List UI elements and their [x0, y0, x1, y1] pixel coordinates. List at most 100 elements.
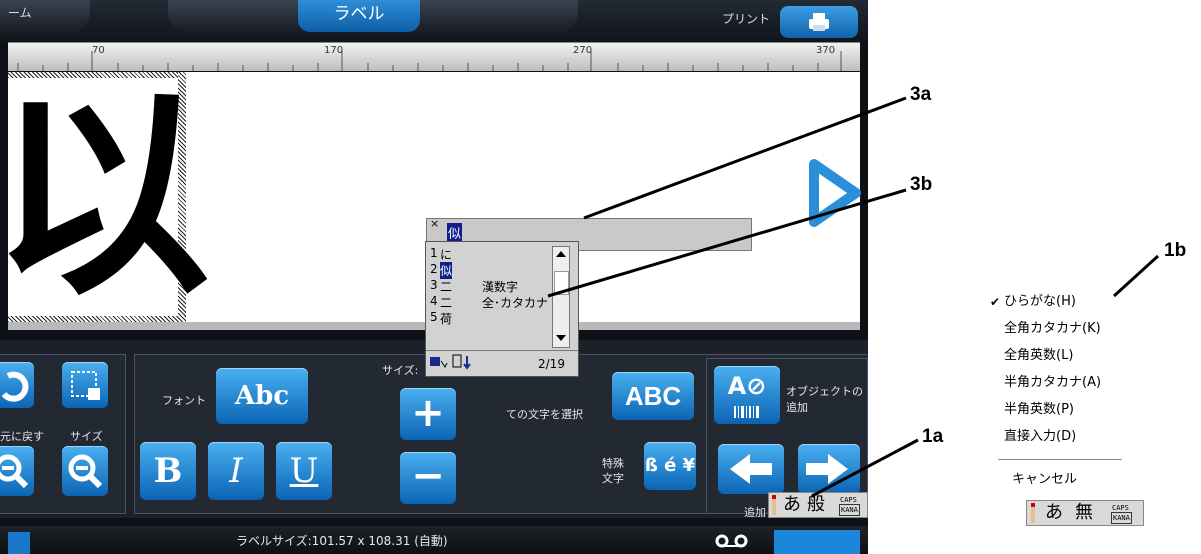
size-label: サイズ [70, 430, 103, 443]
menu-item[interactable]: ✔ ひらがな(H) [990, 290, 1124, 314]
label-text-glyph[interactable]: 以 [0, 78, 210, 318]
bold-button[interactable]: B [140, 442, 196, 500]
ruler-number: 170 [324, 45, 344, 56]
candidate-text: 荷 [440, 312, 453, 326]
menu-item-label: 半角英数(P) [1004, 402, 1074, 417]
kana-indicator: KANA [839, 504, 860, 516]
label-size-status: ラベルサイズ:101.57 x 108.31 (自動) [236, 534, 448, 548]
scroll-thumb[interactable] [554, 271, 569, 295]
italic-button[interactable]: I [208, 442, 264, 500]
left-arrow-icon [730, 454, 772, 484]
ime-input-mode[interactable]: 無 [1075, 501, 1093, 525]
home-tab-label: ーム [8, 6, 32, 20]
callout-3a: 3a [910, 84, 932, 105]
candidate-sort-icon[interactable] [452, 354, 474, 370]
menu-item[interactable]: 全角英数(L) [990, 344, 1124, 368]
select-all-button[interactable]: ABC [612, 372, 694, 420]
ruler-number: 370 [816, 45, 836, 56]
status-right-button[interactable] [774, 530, 860, 554]
add-object-button[interactable]: A⊘ [714, 366, 780, 424]
candidate-number: 3 [430, 278, 438, 292]
print-label: プリント [722, 12, 771, 26]
candidate-note: 漢数字 [482, 280, 519, 294]
ime-composition-text: 似 [447, 223, 463, 242]
ime-toolbar-small[interactable]: あ 般 CAPS KANA [768, 492, 868, 518]
candidate-divider [426, 350, 578, 351]
menu-item-label: ひらがな(H) [1004, 294, 1076, 309]
candidate-number: 2 [430, 262, 438, 276]
menu-item[interactable]: 全角カタカナ(K) [990, 317, 1124, 341]
ime-mode-hiragana[interactable]: あ [1045, 501, 1063, 525]
ime-candidate-window: 1 に 2 似 3 二漢数字 4 二全･カタカナ 5 荷 2/19 [425, 241, 579, 377]
add-object-button-text: A⊘ [727, 372, 767, 400]
callout-3b: 3b [910, 174, 933, 195]
ime-close-icon[interactable]: × [430, 217, 439, 230]
underline-button[interactable]: U [276, 442, 332, 500]
right-arrow-button[interactable] [798, 444, 860, 494]
ime-conversion-mode[interactable]: 般 [807, 493, 825, 517]
printer-icon [809, 13, 829, 31]
undo-label: 元に戻す [0, 430, 44, 443]
ruler-number: 270 [573, 45, 593, 56]
ime-toolbar[interactable]: あ 無 CAPS KANA [1026, 500, 1144, 526]
ime-mode-hiragana[interactable]: あ [783, 493, 801, 517]
menu-item-label: 直接入力(D) [1004, 429, 1077, 444]
top-bar: ーム ラベル プリント [0, 0, 868, 42]
next-page-arrow-icon[interactable] [806, 158, 862, 228]
ime-grip-icon[interactable] [772, 495, 776, 515]
candidate-text: 二 [440, 280, 453, 294]
status-bar: ラベルサイズ:101.57 x 108.31 (自動) [0, 526, 868, 554]
add-label: 追加 [744, 506, 766, 519]
left-arrow-button[interactable] [718, 444, 784, 494]
zoom-out-icon [68, 454, 103, 489]
menu-item[interactable]: 半角カタカナ(A) [990, 371, 1124, 395]
status-left-button[interactable] [8, 532, 30, 554]
check-icon: ✔ [990, 295, 1001, 309]
zoom-in-icon [0, 454, 29, 489]
menu-item-label: 全角カタカナ(K) [1004, 321, 1101, 336]
ruler-ticks [17, 51, 842, 71]
candidate-note: 全･カタカナ [482, 296, 549, 310]
ime-grip-icon[interactable] [1031, 503, 1035, 523]
menu-item[interactable]: 直接入力(D) [990, 425, 1124, 449]
select-all-label: ての文字を選択 [506, 408, 583, 421]
candidate-text: に [440, 248, 453, 262]
undo-icon [1, 371, 29, 402]
undo-button[interactable] [0, 362, 34, 408]
candidate-scrollbar[interactable] [552, 246, 570, 348]
special-char-label: 特殊 文字 [602, 457, 624, 485]
ruler-number: 70 [92, 45, 105, 56]
ime-menu-items: ✔ ひらがな(H) 全角カタカナ(K) 全角英数(L) 半角カタカナ(A) 半角英数(P)… [990, 286, 1124, 446]
label-tab[interactable]: ラベル [298, 0, 420, 32]
add-object-label: オブジェクトの追加 [786, 385, 863, 414]
callout-1b: 1b [1164, 240, 1187, 261]
menu-item[interactable]: 半角英数(P) [990, 398, 1124, 422]
zoom-in-button[interactable] [0, 446, 34, 496]
font-label: フォント [162, 394, 206, 407]
candidate-page-counter: 2/19 [538, 357, 565, 371]
barcode-icon [734, 406, 759, 418]
scroll-up-icon[interactable] [553, 247, 569, 261]
candidate-number: 5 [430, 310, 438, 324]
menu-item-label: 半角カタカナ(A) [1004, 375, 1102, 390]
candidate-number: 1 [430, 246, 438, 260]
candidate-view-icon[interactable] [429, 355, 449, 369]
tape-cassette-icon [715, 534, 748, 548]
menu-item-cancel[interactable]: キャンセル [990, 468, 1124, 492]
menu-item-label: 全角英数(L) [1004, 348, 1074, 363]
decrease-size-button[interactable]: − [400, 452, 456, 504]
zoom-out-button[interactable] [62, 446, 108, 496]
size-prefix-label: サイズ: [382, 364, 419, 377]
increase-size-button[interactable]: + [400, 388, 456, 440]
font-button[interactable]: Abc [216, 368, 308, 424]
special-char-button[interactable]: ß é ¥ [644, 442, 696, 490]
print-button[interactable] [780, 6, 858, 38]
callout-1a: 1a [922, 426, 944, 447]
menu-item-cancel-label: キャンセル [1012, 472, 1078, 487]
kana-indicator: KANA [1111, 512, 1132, 524]
ruler: 70 170 270 370 [8, 42, 860, 71]
scroll-down-icon[interactable] [553, 331, 569, 345]
size-button[interactable] [62, 362, 108, 408]
candidate-text: 似 [440, 262, 453, 279]
home-tab[interactable]: ーム [0, 0, 90, 34]
